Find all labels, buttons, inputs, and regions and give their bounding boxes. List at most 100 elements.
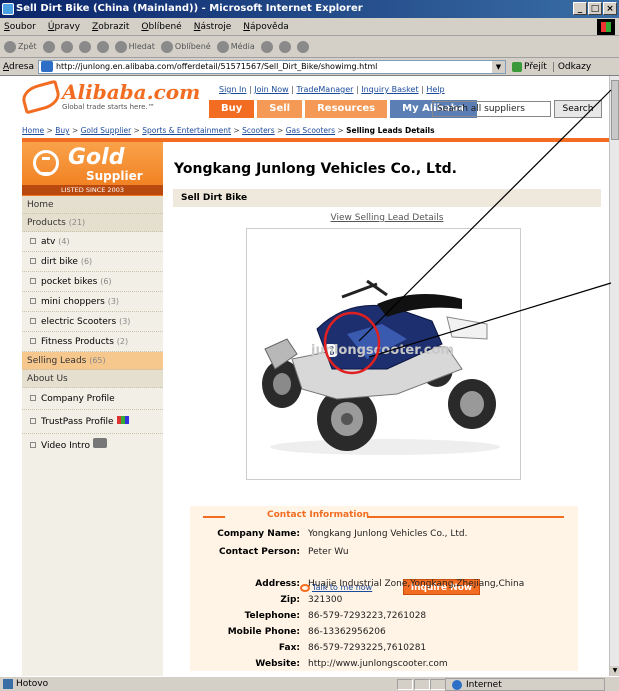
- breadcrumb-scooters[interactable]: Scooters: [242, 126, 275, 135]
- page-icon: [40, 61, 53, 72]
- trade-manager-link[interactable]: TradeManager: [297, 85, 354, 94]
- scroll-down-icon[interactable]: ▼: [610, 666, 619, 676]
- history-icon: [260, 40, 273, 53]
- sidebar-item-mini-choppers[interactable]: mini choppers (3): [22, 292, 163, 312]
- back-button[interactable]: Zpět: [4, 40, 37, 53]
- search-icon: [114, 40, 127, 53]
- window-title: Sell Dirt Bike (China (Mainland)) - Micr…: [16, 3, 363, 14]
- sidebar-item-home[interactable]: Home: [22, 196, 163, 214]
- nav-sell[interactable]: Sell: [257, 100, 303, 118]
- sidebar-item-about-us[interactable]: About Us: [22, 370, 163, 388]
- bullet-icon: [30, 238, 36, 244]
- menu-edit[interactable]: Úpravy: [48, 22, 80, 32]
- contact-label-company: Company Name:: [217, 529, 300, 539]
- join-now-link[interactable]: Join Now: [254, 85, 289, 94]
- view-lead-details-link[interactable]: View Selling Lead Details: [173, 213, 601, 223]
- breadcrumb-sports[interactable]: Sports & Entertainment: [142, 126, 231, 135]
- sidebar-item-company-profile[interactable]: Company Profile: [22, 388, 163, 410]
- nav-buy[interactable]: Buy: [209, 100, 255, 118]
- help-link[interactable]: Help: [426, 85, 444, 94]
- product-photo[interactable]: B junlongscooter.com: [246, 228, 521, 480]
- menu-tools[interactable]: Nástroje: [194, 22, 232, 32]
- video-icon: [92, 438, 107, 448]
- search-button[interactable]: Hledat: [114, 40, 155, 53]
- alibaba-swoosh-icon: [19, 79, 63, 114]
- media-icon: [216, 40, 229, 53]
- nav-resources[interactable]: Resources: [305, 100, 388, 118]
- print-icon: [296, 40, 309, 53]
- contact-rule-left: [203, 516, 225, 518]
- sidebar-item-atv[interactable]: atv (4): [22, 232, 163, 252]
- contact-label-website: Website:: [255, 659, 300, 669]
- forward-arrow-icon: [42, 40, 55, 53]
- forward-button[interactable]: [42, 40, 55, 53]
- breadcrumb-gas-scooters[interactable]: Gas Scooters: [286, 126, 335, 135]
- media-button[interactable]: Média: [216, 40, 255, 53]
- security-zone: Internet: [445, 678, 605, 691]
- contact-value-website[interactable]: http://www.junlongscooter.com: [308, 659, 448, 669]
- inquiry-basket-link[interactable]: Inquiry Basket: [361, 85, 418, 94]
- contact-value-company: Yongkang Junlong Vehicles Co., Ltd.: [308, 529, 468, 539]
- bullet-icon: [30, 442, 36, 448]
- alibaba-tagline: Global trade starts here.™: [62, 103, 155, 111]
- close-button[interactable]: ×: [603, 2, 617, 15]
- bullet-icon: [30, 298, 36, 304]
- supplier-search-input[interactable]: Search all suppliers: [432, 101, 551, 117]
- menu-file[interactable]: Soubor: [4, 22, 36, 32]
- print-button[interactable]: [296, 40, 309, 53]
- address-input[interactable]: http://junlong.en.alibaba.com/offerdetai…: [37, 59, 506, 74]
- sidebar-item-fitness-products[interactable]: Fitness Products (2): [22, 332, 163, 352]
- listed-since: LISTED SINCE 2003: [22, 185, 163, 195]
- go-button[interactable]: Přejít: [511, 61, 547, 72]
- ie-icon: [2, 3, 14, 15]
- bullet-icon: [30, 395, 36, 401]
- company-title: Yongkang Junlong Vehicles Co., Ltd.: [174, 161, 457, 177]
- mail-icon: [278, 40, 291, 53]
- photo-watermark: junlongscooter.com: [310, 343, 454, 358]
- breadcrumb-gold-supplier[interactable]: Gold Supplier: [81, 126, 132, 135]
- favorites-button[interactable]: Oblíbené: [160, 40, 211, 53]
- bullet-icon: [30, 258, 36, 264]
- maximize-button[interactable]: □: [588, 2, 602, 15]
- sidebar-item-pocket-bikes[interactable]: pocket bikes (6): [22, 272, 163, 292]
- sidebar-item-electric-scooters[interactable]: electric Scooters (3): [22, 312, 163, 332]
- sidebar-item-video-intro[interactable]: Video Intro: [22, 434, 163, 458]
- contact-label-person: Contact Person:: [218, 547, 300, 557]
- scrollbar-thumb[interactable]: [611, 80, 619, 140]
- search-button[interactable]: Search: [554, 100, 602, 118]
- minimize-button[interactable]: _: [573, 2, 587, 15]
- sidebar-item-products[interactable]: Products (21): [22, 214, 163, 232]
- menu-favorites[interactable]: Oblíbené: [141, 22, 181, 32]
- breadcrumb: Home > Buy > Gold Supplier > Sports & En…: [22, 126, 435, 135]
- mail-button[interactable]: [278, 40, 291, 53]
- links-button[interactable]: Odkazy: [552, 61, 591, 72]
- history-button[interactable]: [260, 40, 273, 53]
- vertical-scrollbar[interactable]: ▼: [609, 76, 619, 676]
- breadcrumb-buy[interactable]: Buy: [55, 126, 69, 135]
- sign-in-link[interactable]: Sign In: [219, 85, 246, 94]
- alibaba-logo[interactable]: Alibaba.com Global trade starts here.™: [19, 79, 200, 114]
- contact-value-address: Huajie Industrial Zone,Yongkang,Zhejiang…: [308, 579, 525, 589]
- sidebar-item-dirt-bike[interactable]: dirt bike (6): [22, 252, 163, 272]
- bullet-icon: [30, 278, 36, 284]
- windows-logo-icon: [597, 19, 615, 35]
- page-viewport: Alibaba.com Global trade starts here.™ S…: [0, 76, 609, 676]
- stop-button[interactable]: [60, 40, 73, 53]
- address-dropdown-icon[interactable]: ▼: [491, 60, 505, 73]
- contact-value-fax: 86-579-7293225,7610281: [308, 643, 427, 653]
- contact-value-mobile: 86-13362956206: [308, 627, 386, 637]
- status-panel: [397, 679, 413, 690]
- refresh-button[interactable]: [78, 40, 91, 53]
- atv-illustration: B: [262, 279, 500, 455]
- back-arrow-icon: [4, 40, 16, 53]
- home-button[interactable]: [96, 40, 109, 53]
- breadcrumb-home[interactable]: Home: [22, 126, 44, 135]
- status-panel: [430, 679, 446, 690]
- lead-title-bar: Sell Dirt Bike: [173, 189, 601, 207]
- menu-help[interactable]: Nápověda: [243, 22, 289, 32]
- sidebar-item-selling-leads[interactable]: Selling Leads (65): [22, 352, 163, 370]
- address-bar: Adresa http://junlong.en.alibaba.com/off…: [0, 58, 619, 76]
- address-url: http://junlong.en.alibaba.com/offerdetai…: [55, 62, 378, 71]
- sidebar-item-trustpass-profile[interactable]: TrustPass Profile: [22, 410, 163, 434]
- menu-view[interactable]: Zobrazit: [92, 22, 129, 32]
